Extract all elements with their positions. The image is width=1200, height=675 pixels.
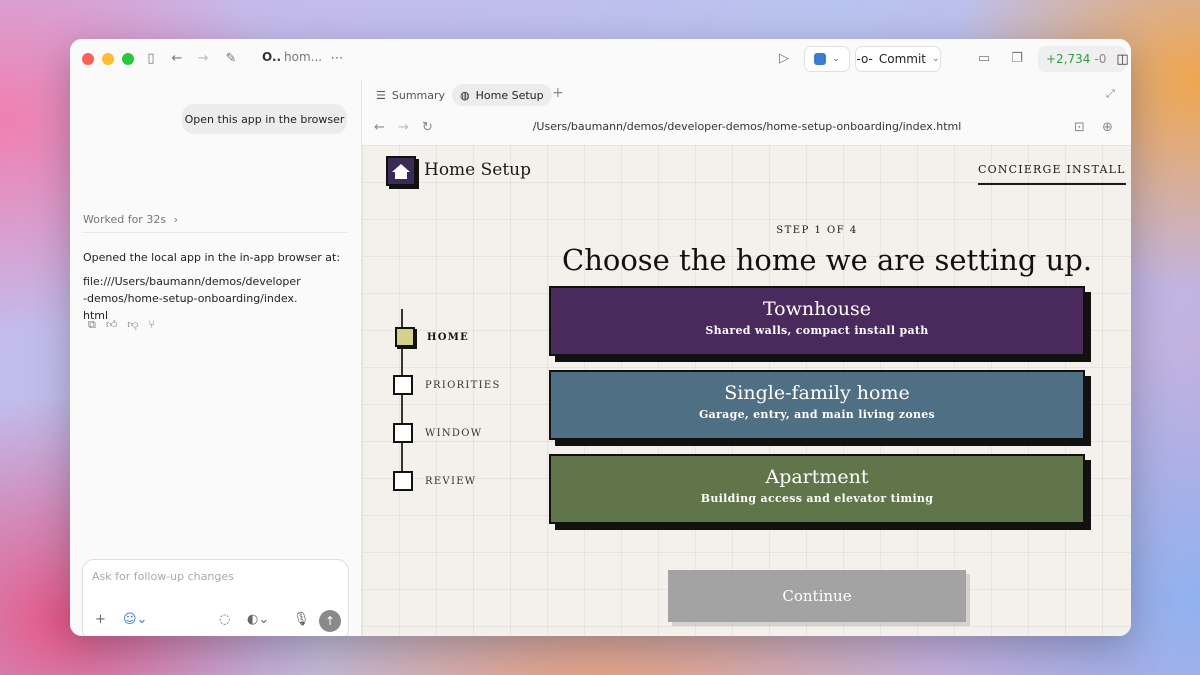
- send-button[interactable]: ↑: [319, 610, 341, 632]
- title-bar: ▯ ← → ✎ O.. hom... ⋯ ▷ ⌄ -o- Commit ⌄ ▭ …: [70, 39, 1131, 79]
- minimize-window-button[interactable]: [102, 53, 114, 65]
- diff-stats-button[interactable]: +2,734 -0 ◫: [1038, 46, 1129, 72]
- composer: + ☺⌄ ◌ ◐⌄ 🎙︎ ↑: [82, 559, 349, 636]
- user-message-bubble: Open this app in the browser: [182, 104, 347, 134]
- more-options-icon[interactable]: ⋯: [328, 50, 346, 68]
- app-window: ▯ ← → ✎ O.. hom... ⋯ ▷ ⌄ -o- Commit ⌄ ▭ …: [70, 39, 1131, 636]
- copy-icon[interactable]: ⧉: [88, 318, 96, 332]
- stepper-item-review[interactable]: REVIEW: [393, 471, 476, 491]
- commit-icon: -o-: [856, 52, 873, 66]
- page-title: Choose the home we are setting up.: [562, 243, 1093, 277]
- continue-button[interactable]: Continue: [668, 570, 966, 622]
- stepper-checkbox: [395, 327, 415, 347]
- stepper-label: PRIORITIES: [425, 379, 501, 391]
- stepper-item-home[interactable]: HOME: [395, 327, 469, 347]
- assistant-message-path: file:///Users/baumann/demos/developer-de…: [83, 275, 301, 322]
- forward-arrow-icon[interactable]: →: [398, 120, 409, 135]
- stepper-checkbox: [393, 423, 413, 443]
- option-subtitle: Building access and elevator timing: [700, 492, 934, 505]
- thumbs-down-icon[interactable]: 👎︎: [127, 318, 138, 332]
- close-window-button[interactable]: [82, 53, 94, 65]
- sidebar-toggle-icon[interactable]: ▯: [142, 50, 160, 68]
- compose-icon[interactable]: ✎: [222, 50, 240, 68]
- list-icon: ☰: [376, 88, 386, 102]
- option-title: Single-family home: [724, 382, 910, 404]
- back-arrow-icon[interactable]: ←: [168, 50, 186, 68]
- terminal-icon[interactable]: ▭: [975, 50, 993, 68]
- commit-button[interactable]: -o- Commit ⌄: [855, 46, 941, 72]
- settings-dial-icon[interactable]: ◐⌄: [247, 612, 269, 627]
- globe-icon: ◍: [460, 88, 470, 102]
- stepper-label: WINDOW: [425, 427, 483, 439]
- expand-icon[interactable]: ⤢: [1106, 87, 1115, 101]
- option-card-apartment[interactable]: Apartment Building access and elevator t…: [549, 454, 1085, 524]
- address-bar[interactable]: /Users/baumann/demos/developer-demos/hom…: [532, 120, 962, 133]
- follow-up-input[interactable]: [92, 570, 332, 583]
- model-picker-icon[interactable]: ☺⌄: [123, 612, 147, 627]
- brand-name: Home Setup: [424, 160, 532, 180]
- commit-label: Commit: [878, 52, 927, 66]
- stepper-checkbox: [393, 471, 413, 491]
- tab-summary[interactable]: ☰ Summary: [368, 84, 453, 106]
- progress-stepper: HOME PRIORITIES WINDOW REVIEW: [390, 305, 540, 495]
- chevron-down-icon: ⌄: [832, 54, 840, 64]
- loading-spinner-icon: ◌: [219, 612, 231, 627]
- copy-window-icon[interactable]: ❐: [1008, 50, 1026, 68]
- assistant-message-line1: Opened the local app in the in-app brows…: [83, 251, 341, 264]
- forward-arrow-icon[interactable]: →: [194, 50, 212, 68]
- diff-removed-count: -0: [1094, 52, 1107, 66]
- message-actions: ⧉ 👍︎ 👎︎ ⑂: [88, 318, 155, 332]
- step-indicator: STEP 1 OF 4: [776, 225, 858, 236]
- option-title: Townhouse: [762, 298, 872, 320]
- microphone-icon[interactable]: 🎙︎: [293, 612, 310, 627]
- arrow-up-icon: ↑: [324, 614, 336, 628]
- tab-label: Summary: [391, 88, 446, 102]
- worked-duration-toggle[interactable]: Worked for 32s ›: [83, 213, 178, 226]
- chevron-right-icon: ›: [173, 213, 178, 226]
- app-viewport: Home Setup CONCIERGE INSTALL STEP 1 OF 4…: [362, 145, 1131, 636]
- stepper-item-window[interactable]: WINDOW: [393, 423, 482, 443]
- browser-pane: ☰ Summary ◍ Home Setup + ⤢ ← → ↻ /Users/…: [361, 79, 1131, 636]
- add-attachment-icon[interactable]: +: [95, 612, 106, 627]
- option-card-townhouse[interactable]: Townhouse Shared walls, compact install …: [549, 286, 1085, 356]
- screenshot-icon[interactable]: ⊡: [1074, 120, 1085, 135]
- tab-label: Home Setup: [475, 88, 544, 102]
- reload-icon[interactable]: ↻: [422, 120, 433, 135]
- option-title: Apartment: [765, 466, 869, 488]
- browser-nav-bar: ← → ↻ /Users/baumann/demos/developer-dem…: [362, 111, 1131, 145]
- new-tab-icon[interactable]: +: [552, 85, 564, 101]
- divider: [83, 232, 347, 233]
- diff-added-count: +2,734: [1046, 52, 1091, 66]
- thumbs-up-icon[interactable]: 👍︎: [106, 318, 118, 332]
- worked-label: Worked for 32s: [83, 213, 167, 226]
- stepper-item-priorities[interactable]: PRIORITIES: [393, 375, 501, 395]
- stepper-checkbox: [393, 375, 413, 395]
- zoom-window-button[interactable]: [122, 53, 134, 65]
- concierge-install-link[interactable]: CONCIERGE INSTALL: [978, 163, 1126, 185]
- option-subtitle: Garage, entry, and main living zones: [698, 408, 936, 421]
- play-icon[interactable]: ▷: [775, 50, 793, 68]
- chevron-down-icon: ⌄: [932, 54, 940, 64]
- back-arrow-icon[interactable]: ←: [374, 120, 385, 135]
- tab-home-setup[interactable]: ◍ Home Setup: [452, 84, 552, 106]
- editor-app-icon: [814, 53, 827, 65]
- stepper-label: REVIEW: [425, 475, 477, 487]
- home-logo-icon: [386, 156, 416, 186]
- chat-pane: Open this app in the browser Worked for …: [70, 79, 361, 636]
- thread-title[interactable]: O..: [262, 50, 281, 64]
- option-subtitle: Shared walls, compact install path: [705, 324, 929, 337]
- option-card-single-family[interactable]: Single-family home Garage, entry, and ma…: [549, 370, 1085, 440]
- thread-subtitle[interactable]: hom...: [284, 50, 322, 64]
- editor-picker-button[interactable]: ⌄: [804, 46, 850, 72]
- branch-icon[interactable]: ⑂: [149, 318, 156, 332]
- panel-toggle-icon: ◫: [1116, 51, 1129, 67]
- comment-add-icon[interactable]: ⊕: [1102, 120, 1113, 135]
- stepper-label: HOME: [427, 331, 470, 343]
- tab-bar: ☰ Summary ◍ Home Setup + ⤢: [362, 79, 1131, 111]
